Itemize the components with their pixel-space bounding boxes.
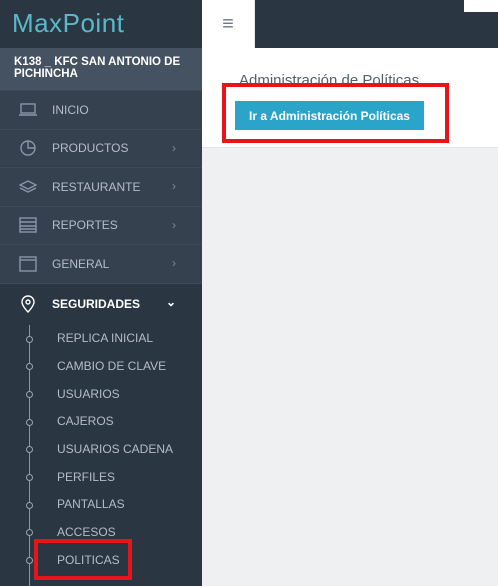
sidebar-item-general[interactable]: GENERAL › [0,244,202,283]
submenu-item-label: CAMBIO DE CLAVE [57,359,167,374]
sidebar-item-reportes[interactable]: REPORTES › [0,205,202,245]
bullet-dot [26,473,33,481]
map-pin-icon [18,295,38,313]
bullet-dot [26,529,33,537]
submenu-item-usuarios-cadena[interactable]: USUARIOS CADENA [0,435,202,463]
logo-text-point: Point [62,8,125,38]
layers-icon [18,179,38,195]
header-corner [464,0,498,12]
laptop-icon [18,102,38,118]
submenu-item-cajeros[interactable]: CAJEROS [0,408,202,436]
sidebar-item-label: PRODUCTOS [52,141,129,156]
sidebar-item-seguridades[interactable]: SEGURIDADES ⌄ [0,282,202,325]
highlight-box-button [222,83,449,143]
chevron-right-icon: › [172,140,176,155]
logo-text-max: Max [12,8,63,38]
sidebar-item-label: RESTAURANTE [52,179,141,194]
chevron-right-icon: › [172,256,176,270]
sidebar: MaxPoint K138 _ KFC SAN ANTONIO DE PICHI… [0,0,202,586]
submenu-item-label: PANTALLAS [57,497,125,512]
sidebar-item-inicio[interactable]: INICIO [0,90,202,129]
chevron-right-icon: › [172,217,176,232]
chevron-right-icon: › [172,179,176,193]
submenu-item-cambio-de-clave[interactable]: CAMBIO DE CLAVE [0,352,202,380]
submenu-item-label: CAJEROS [57,414,114,429]
bullet-dot [26,418,33,426]
sidebar-item-label: GENERAL [52,256,110,271]
highlight-box-politicas [34,539,132,580]
pie-chart-icon [18,140,38,156]
store-name: K138 _ KFC SAN ANTONIO DE PICHINCHA [0,48,202,90]
bullet-dot [26,446,33,454]
sidebar-item-label: SEGURIDADES [52,297,141,311]
submenu-item-label: PERFILES [57,469,116,484]
sidebar-item-restaurante[interactable]: RESTAURANTE › [0,167,202,206]
sidebar-item-label: REPORTES [52,218,118,233]
bullet-dot [26,390,33,398]
submenu-item-pantallas[interactable]: PANTALLAS [0,491,202,519]
submenu-item-label: ACCESOS [57,525,116,540]
chevron-down-icon: ⌄ [165,294,176,309]
sidebar-item-productos[interactable]: PRODUCTOS › [0,128,202,168]
submenu-item-label: USUARIOS [57,386,120,401]
submenu-item-usuarios[interactable]: USUARIOS [0,380,202,408]
bullet-dot [26,557,33,564]
sidebar-item-label: INICIO [52,102,89,117]
hamburger-menu-icon[interactable]: ≡ [202,0,255,48]
bullet-dot [26,501,33,509]
window-icon [18,256,38,272]
submenu-item-label: USUARIOS CADENA [57,442,174,457]
bullet-dot [26,363,33,371]
bullet-dot [26,335,33,343]
app-logo[interactable]: MaxPoint [0,0,202,48]
top-header: ≡ [202,0,498,48]
submenu-item-perfiles[interactable]: PERFILES [0,463,202,491]
submenu-item-label: REPLICA INICIAL [57,331,154,346]
submenu-item-replica-inicial[interactable]: REPLICA INICIAL [0,325,202,353]
table-icon [18,217,38,233]
